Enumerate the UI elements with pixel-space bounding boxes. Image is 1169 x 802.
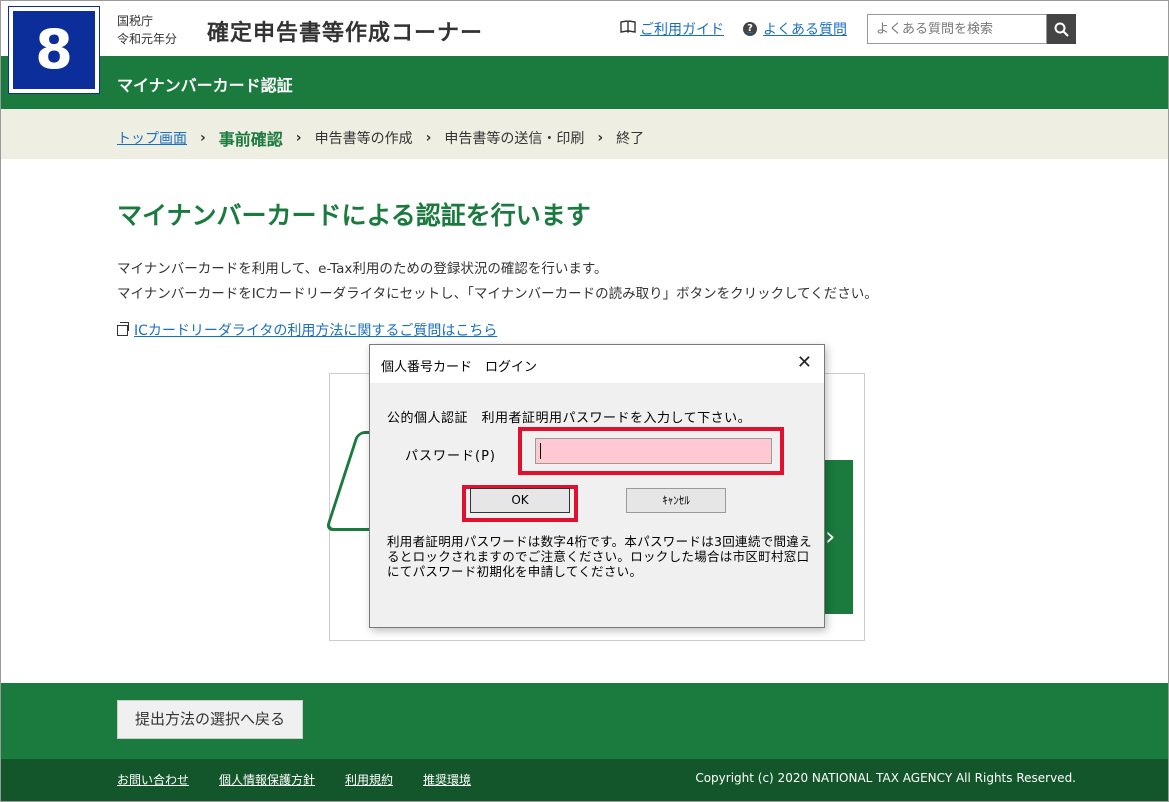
section-bar: マイナンバーカード認証 <box>1 56 1168 109</box>
site-header: 国税庁 令和元年分 確定申告書等作成コーナー ご利用ガイド ? よくある質問 <box>1 1 1168 58</box>
faq-link-label[interactable]: よくある質問 <box>763 19 847 39</box>
org-name: 国税庁 <box>117 14 154 28</box>
close-icon[interactable]: ✕ <box>797 352 812 373</box>
chevron-right-icon: › <box>825 522 836 552</box>
breadcrumb-separator: › <box>295 130 302 146</box>
guide-link-label[interactable]: ご利用ガイド <box>640 19 724 39</box>
breadcrumb: トップ画面 › 事前確認 › 申告書等の作成 › 申告書等の送信・印刷 › 終了 <box>1 109 1168 159</box>
reader-faq-link-label[interactable]: ICカードリーダライタの利用方法に関するご質問はこちら <box>134 320 497 340</box>
page-frame: 国税庁 令和元年分 確定申告書等作成コーナー ご利用ガイド ? よくある質問 マ… <box>0 0 1169 802</box>
breadcrumb-step-send: 申告書等の送信・印刷 <box>444 131 585 147</box>
password-field[interactable] <box>535 438 772 464</box>
instructions: マイナンバーカードを利用して、e-Tax利用のための登録状況の確認を行います。 … <box>117 257 878 307</box>
copyright: Copyright (c) 2020 NATIONAL TAX AGENCY A… <box>695 771 1076 785</box>
footer-link-terms[interactable]: 利用規約 <box>345 771 393 788</box>
cancel-button[interactable]: ｷｬﾝｾﾙ <box>626 488 726 513</box>
breadcrumb-top[interactable]: トップ画面 <box>117 128 187 148</box>
read-card-button[interactable]: › <box>823 460 853 614</box>
faq-search <box>867 14 1076 44</box>
footer-link-contact[interactable]: お問い合わせ <box>117 771 189 788</box>
breadcrumb-step-end: 終了 <box>616 131 645 147</box>
search-icon <box>1054 22 1069 37</box>
breadcrumb-separator: › <box>597 130 604 146</box>
text-caret <box>540 443 541 459</box>
footer-link-privacy[interactable]: 個人情報保護方針 <box>219 771 315 788</box>
password-note: 利用者証明用パスワードは数字4桁です。本パスワードは3回連続で間違えるとロックさ… <box>387 534 812 579</box>
breadcrumb-current: 事前確認 <box>218 130 283 149</box>
login-dialog: 個人番号カード ログイン ✕ 公的個人認証 利用者証明用パスワードを入力して下さ… <box>369 344 825 628</box>
org-info: 国税庁 令和元年分 <box>117 12 177 48</box>
footer-link-environment[interactable]: 推奨環境 <box>423 771 471 788</box>
breadcrumb-separator: › <box>425 130 432 146</box>
fiscal-year: 令和元年分 <box>117 32 178 46</box>
site-footer: お問い合わせ 個人情報保護方針 利用規約 推奨環境 Copyright (c) … <box>1 759 1168 801</box>
search-input[interactable] <box>867 14 1047 44</box>
guide-link[interactable]: ご利用ガイド <box>620 19 724 39</box>
page-title: マイナンバーカードによる認証を行います <box>117 201 591 230</box>
footer-links: お問い合わせ 個人情報保護方針 利用規約 推奨環境 <box>117 771 471 788</box>
faq-link[interactable]: ? よくある質問 <box>743 19 847 39</box>
instruction-line-2: マイナンバーカードをICカードリーダライタにセットし、「マイナンバーカードの読み… <box>117 286 878 302</box>
dialog-title: 個人番号カード ログイン <box>381 360 538 375</box>
question-icon: ? <box>743 22 757 36</box>
password-label: パスワード(P) <box>405 449 496 464</box>
instruction-line-1: マイナンバーカードを利用して、e-Tax利用のための登録状況の確認を行います。 <box>117 261 608 277</box>
section-title: マイナンバーカード認証 <box>117 76 293 95</box>
reader-faq-link[interactable]: ICカードリーダライタの利用方法に関するご質問はこちら <box>117 320 497 340</box>
dialog-message: 公的個人認証 利用者証明用パスワードを入力して下さい。 <box>387 411 752 426</box>
book-icon <box>620 20 636 38</box>
breadcrumb-separator: › <box>200 130 206 146</box>
external-link-icon <box>117 321 129 336</box>
search-button[interactable] <box>1047 14 1076 44</box>
back-button[interactable]: 提出方法の選択へ戻る <box>117 700 303 739</box>
ok-button[interactable]: OK <box>470 488 570 513</box>
breadcrumb-step-create: 申告書等の作成 <box>314 131 413 147</box>
app-title[interactable]: 確定申告書等作成コーナー <box>207 15 483 47</box>
dialog-titlebar: 個人番号カード ログイン ✕ <box>370 345 824 383</box>
logo-badge: 8 <box>8 6 100 94</box>
